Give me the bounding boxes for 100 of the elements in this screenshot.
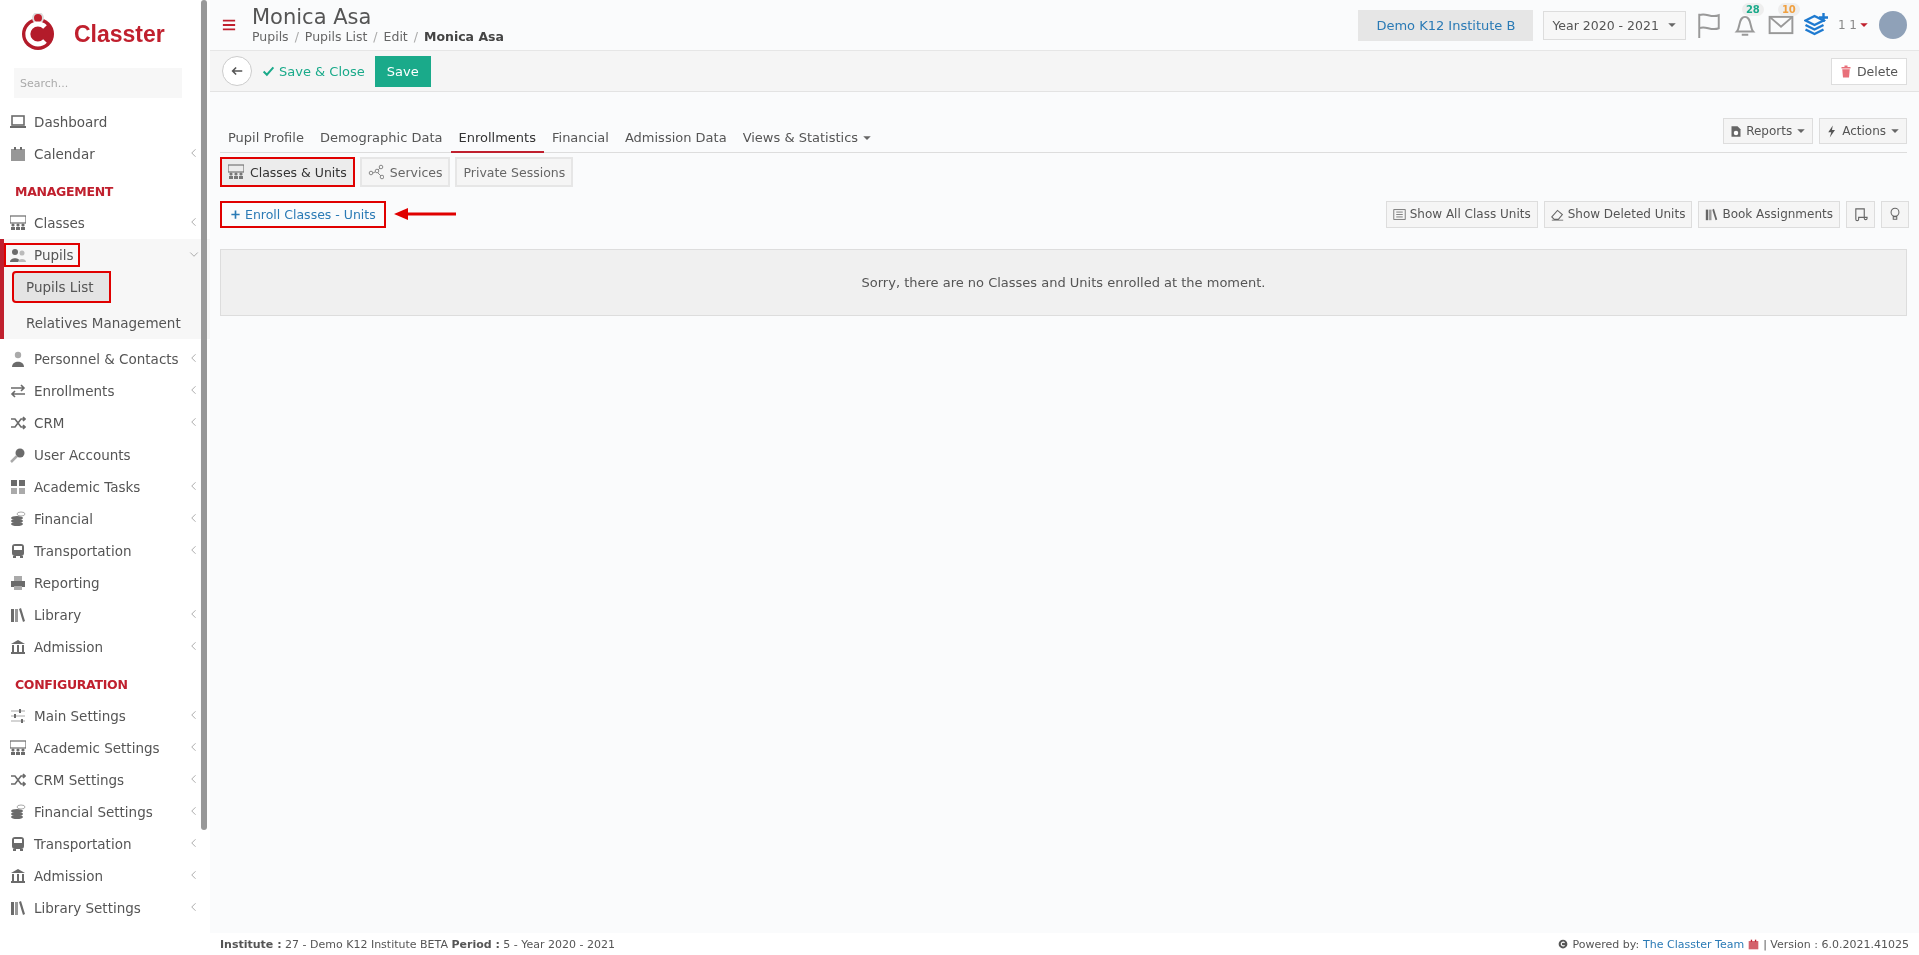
sidebar-item[interactable]: User Accounts	[0, 439, 210, 471]
sidebar-item[interactable]: Academic Settings	[0, 732, 210, 764]
breadcrumb[interactable]: Pupils	[252, 29, 289, 45]
list-icon	[1392, 207, 1406, 221]
empty-message: Sorry, there are no Classes and Units enrolled at the moment.	[861, 275, 1266, 290]
coins-icon	[10, 804, 26, 820]
dropdown-button[interactable]: Reports	[1723, 118, 1814, 144]
avatar[interactable]	[1879, 11, 1907, 39]
tool-button[interactable]: Show All Class Units	[1385, 200, 1538, 228]
shuffle-icon	[10, 772, 26, 788]
sidebar-item[interactable]: Transportation	[0, 535, 210, 567]
icon-button[interactable]	[1881, 200, 1909, 228]
bus-icon	[10, 836, 26, 852]
classroom-icon	[10, 740, 26, 756]
team-link[interactable]: The Classter Team	[1643, 937, 1745, 951]
user-menu[interactable]: 1 1	[1837, 18, 1869, 32]
tool-button[interactable]: Show Deleted Units	[1543, 200, 1693, 228]
count-badge: 28	[1741, 3, 1764, 16]
footer-info: Institute : 27 - Demo K12 Institute BETA Period : 5 - Year 2020 - 2021	[220, 937, 616, 951]
tab[interactable]: Pupil Profile	[220, 124, 312, 153]
coins-icon	[10, 511, 26, 527]
count-badge: 10	[1777, 3, 1800, 16]
breadcrumb[interactable]: Pupils List	[304, 29, 368, 45]
bank-icon	[10, 868, 26, 884]
sidebar-item[interactable]: Admission	[0, 860, 210, 892]
tab[interactable]: Views & Statistics	[734, 124, 881, 153]
flag-icon	[1695, 12, 1722, 38]
breadcrumb: Monica Asa	[424, 29, 504, 45]
menu-icon	[222, 18, 236, 32]
tab[interactable]: Demographic Data	[311, 124, 451, 153]
submenu-item[interactable]: Relatives Management	[12, 307, 195, 339]
sidebar-item[interactable]: Financial Settings	[0, 796, 210, 828]
copyright-icon	[1558, 939, 1569, 949]
subtab[interactable]: Classes & Units	[220, 157, 355, 187]
year-dropdown[interactable]: Year 2020 - 2021	[1543, 10, 1686, 40]
sidebar-item[interactable]: Library Settings	[0, 892, 210, 924]
sidebar-item[interactable]: CRM Settings	[0, 764, 210, 796]
pointer-arrow	[393, 207, 456, 221]
tool-button[interactable]: Book Assignments	[1698, 200, 1840, 228]
scroll-icon	[1853, 206, 1868, 222]
scrollbar[interactable]	[201, 0, 207, 830]
eraser-icon	[1550, 207, 1564, 221]
section-heading: CONFIGURATION	[14, 676, 129, 694]
institute-button[interactable]: Demo K12 Institute B	[1358, 9, 1534, 41]
brand-name: Classter	[74, 20, 165, 48]
page-title: Monica Asa	[252, 5, 373, 30]
sidebar-item[interactable]: Enrollments	[0, 375, 210, 407]
trash-icon	[1839, 64, 1852, 78]
powered-by-text: Powered by:	[1572, 937, 1640, 951]
grid-icon	[10, 479, 26, 495]
sidebar-item[interactable]: Personnel & Contacts	[0, 343, 210, 375]
sidebar-item[interactable]: Admission	[0, 631, 210, 663]
icon-button[interactable]	[1846, 200, 1875, 228]
printer-icon	[10, 575, 26, 591]
back-button[interactable]	[222, 56, 252, 86]
enroll-link[interactable]: Enroll Classes - Units	[220, 200, 386, 228]
sidebar-item[interactable]: Dashboard	[0, 106, 210, 138]
breadcrumb-separator: /	[294, 29, 299, 45]
tab[interactable]: Enrollments	[450, 124, 544, 153]
sidebar-item[interactable]: Reporting	[0, 567, 210, 599]
key-icon	[10, 447, 26, 463]
back-arrow-icon	[230, 64, 244, 78]
version-text: | Version : 6.0.2021.41025	[1763, 937, 1909, 951]
search-field[interactable]: Search...	[14, 68, 182, 98]
section-heading: MANAGEMENT	[14, 183, 115, 201]
tab[interactable]: Financial	[544, 124, 617, 153]
sidebar-item[interactable]: Academic Tasks	[0, 471, 210, 503]
lightbulb-icon	[1888, 207, 1902, 221]
arrows-icon	[10, 383, 26, 399]
report-icon	[1730, 124, 1743, 138]
people-icon	[10, 247, 26, 263]
sidebar-item[interactable]: Classes	[0, 207, 210, 239]
sidebar-item[interactable]: Calendar	[0, 138, 210, 170]
books-icon	[10, 900, 26, 916]
sidebar-item[interactable]: Pupils	[4, 239, 210, 271]
check-icon	[262, 64, 275, 78]
nodes-icon	[367, 164, 384, 180]
classroom-icon	[228, 164, 244, 180]
subtab[interactable]: Private Sessions	[455, 157, 574, 187]
sidebar-item[interactable]: CRM	[0, 407, 210, 439]
sliders-icon	[10, 708, 26, 724]
person-icon	[10, 351, 26, 367]
tab[interactable]: Admission Data	[616, 124, 735, 153]
calendar-icon	[10, 146, 26, 162]
shuffle-icon	[10, 415, 26, 431]
submenu-item[interactable]: Pupils List	[12, 271, 112, 303]
subtab[interactable]: Services	[359, 157, 451, 187]
breadcrumb-separator: /	[373, 29, 378, 45]
delete-button[interactable]: Delete	[1830, 57, 1907, 85]
bus-icon	[10, 543, 26, 559]
sidebar-item[interactable]: Transportation	[0, 828, 210, 860]
breadcrumb[interactable]: Edit	[383, 29, 408, 45]
laptop-icon	[10, 114, 26, 130]
dropdown-button[interactable]: Actions	[1819, 118, 1907, 144]
sidebar-item[interactable]: Financial	[0, 503, 210, 535]
books-icon	[1705, 207, 1719, 221]
sidebar-item[interactable]: Main Settings	[0, 700, 210, 732]
sidebar-item[interactable]: Library	[0, 599, 210, 631]
books-icon	[10, 607, 26, 623]
breadcrumb-separator: /	[413, 29, 418, 45]
